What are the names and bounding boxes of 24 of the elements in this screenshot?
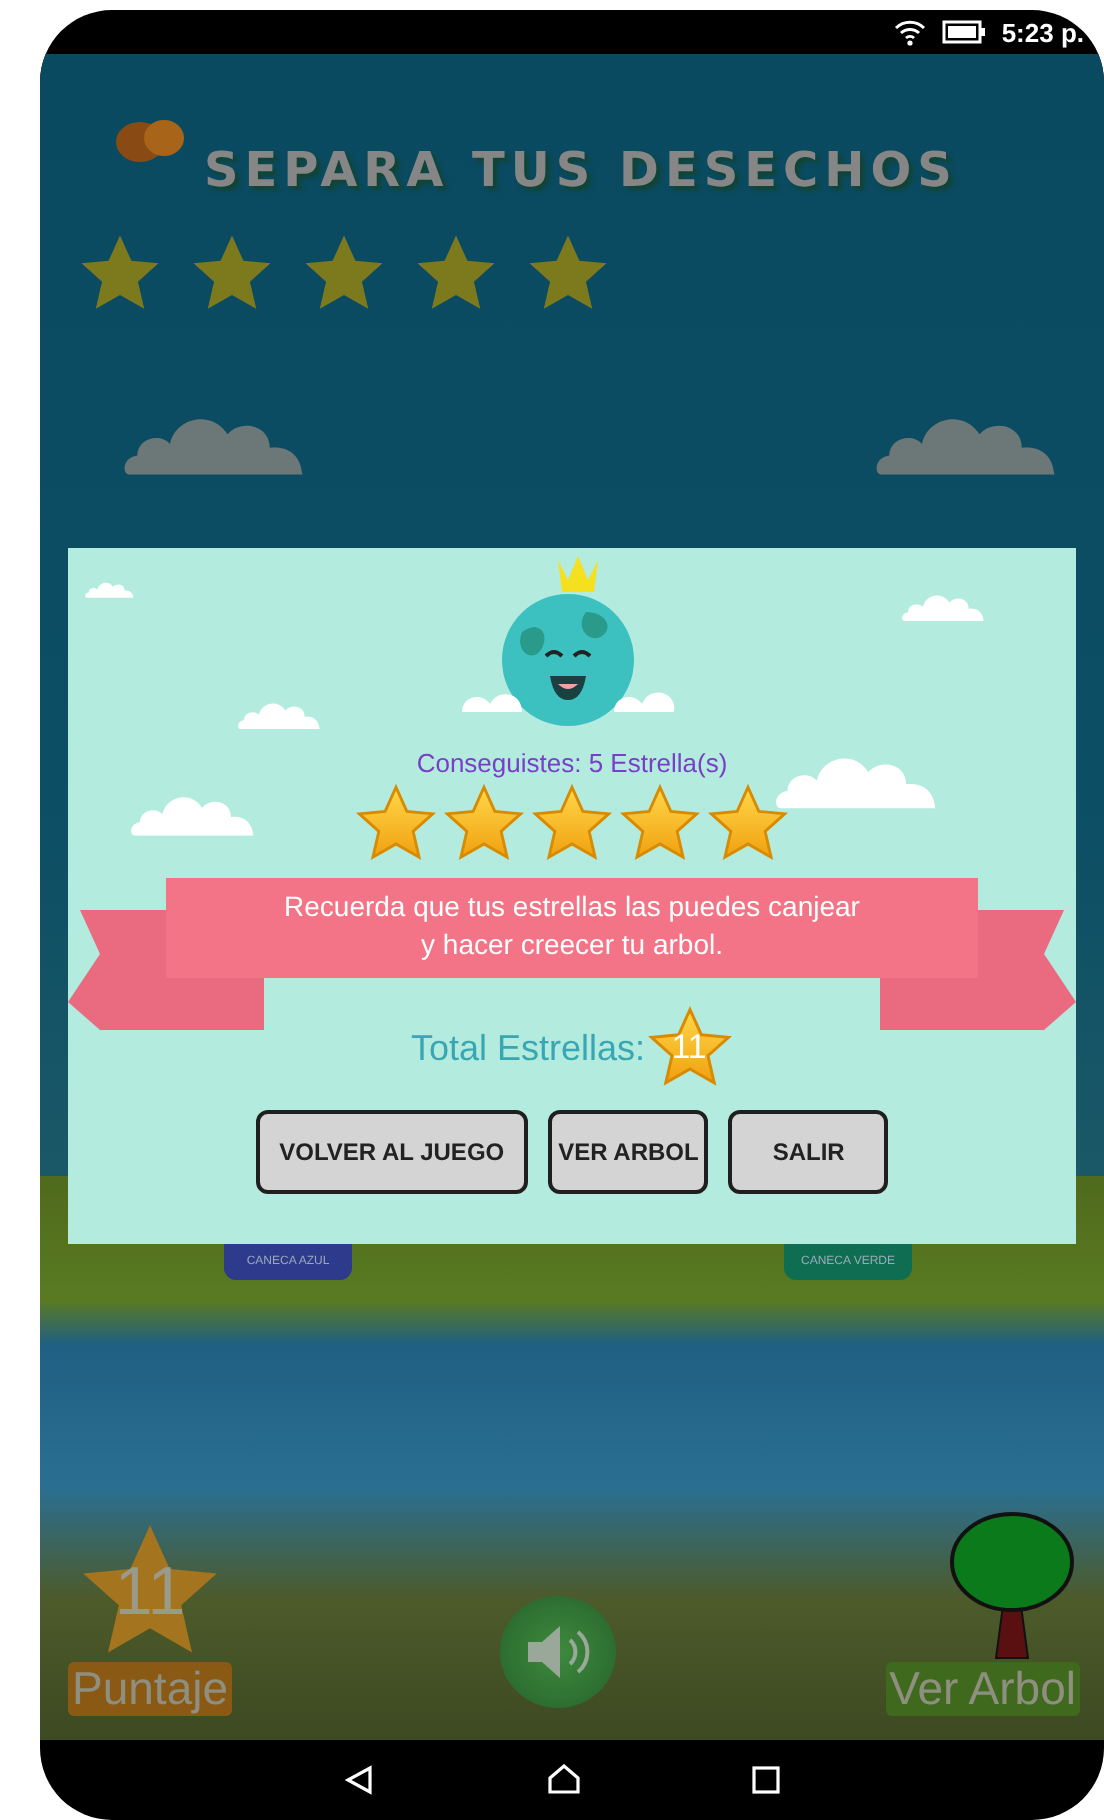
status-time: 5:23 p.: [1001, 17, 1084, 47]
star-icon: [618, 782, 702, 866]
score-label: Puntaje: [68, 1662, 233, 1716]
star-icon: [530, 782, 614, 866]
back-icon[interactable]: [344, 1764, 377, 1796]
banner-text: Recuerda que tus estrellas las puedes canjear: [282, 888, 862, 926]
recents-icon[interactable]: [751, 1766, 780, 1794]
total-stars-label: Total Estrellas:: [410, 1027, 646, 1069]
earned-stars-text: Conseguistes: 5 Estrella(s): [416, 748, 728, 778]
game-title: SEPARA TUS DESECHOS: [204, 142, 958, 198]
total-stars-value: 11: [671, 1028, 707, 1068]
home-icon[interactable]: [545, 1764, 582, 1796]
banner-text: y hacer creecer tu arbol.: [419, 926, 725, 964]
battery-icon: [941, 20, 986, 44]
dialog-button[interactable]: VOLVER AL JUEGO: [255, 1110, 529, 1194]
wifi-icon: [893, 19, 926, 45]
star-icon: [442, 782, 526, 866]
dialog-button[interactable]: SALIR: [728, 1110, 889, 1194]
speaker-icon: [522, 1622, 595, 1682]
dialog-button[interactable]: VER ARBOL: [548, 1110, 709, 1194]
score-value: 11: [114, 1553, 186, 1631]
star-icon: [354, 782, 438, 866]
tree-icon: [948, 1510, 1077, 1662]
star-icon: [706, 782, 790, 866]
